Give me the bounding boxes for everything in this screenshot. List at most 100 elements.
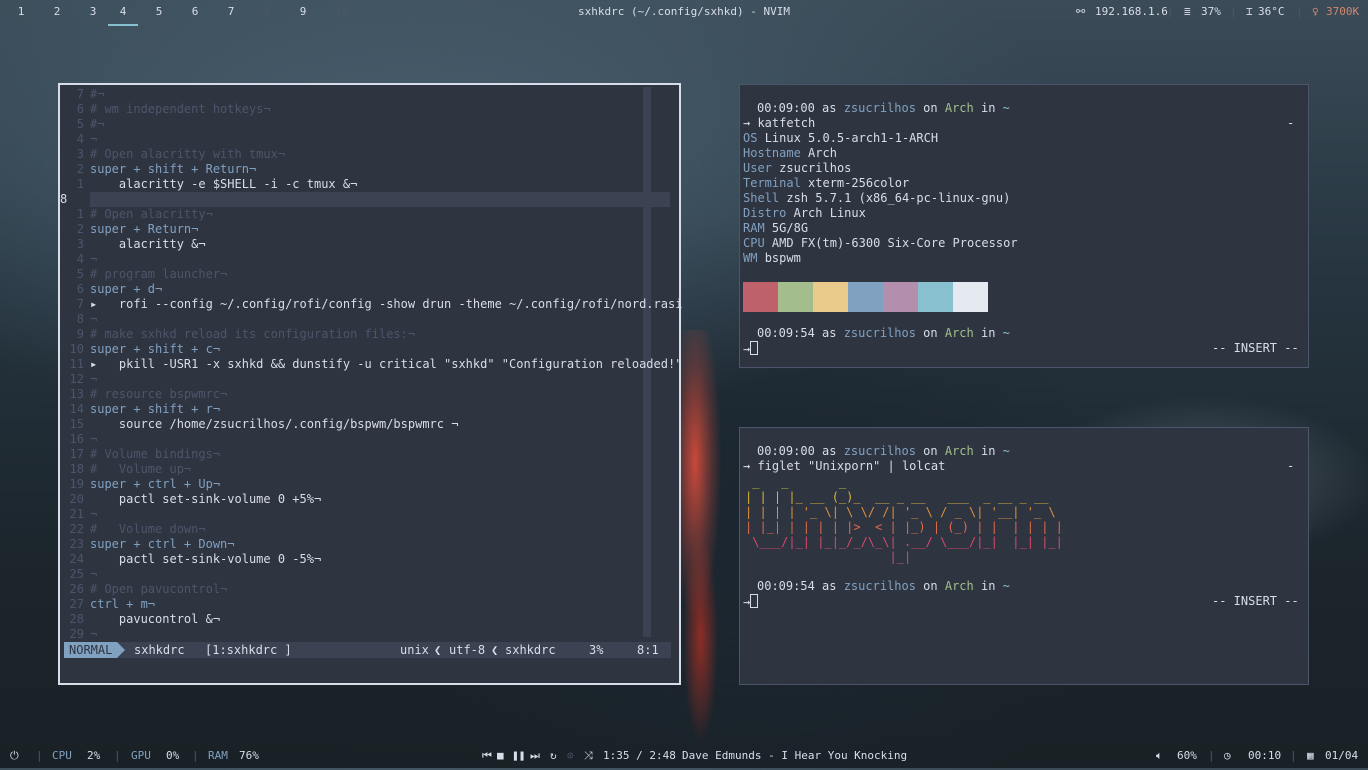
vi-mode: -- INSERT -- <box>1212 341 1299 355</box>
code-line[interactable]: 6 super + d¬ <box>60 282 162 297</box>
repeat-icon[interactable]: ↻ <box>550 749 557 762</box>
code-line[interactable]: 2 super + Return¬ <box>60 222 199 237</box>
code-text: ¬ <box>90 372 98 386</box>
volume-value[interactable]: 60% <box>1177 749 1197 762</box>
terminal-figlet[interactable]: 00:09:00 as zsucrilhos on Arch in ~ → fi… <box>739 427 1309 685</box>
code-line[interactable]: 25 ¬ <box>60 567 98 582</box>
line-number: 6 <box>76 282 84 296</box>
track-time: 1:35 / 2:48 <box>603 749 676 762</box>
info-row: User zsucrilhos <box>743 161 851 176</box>
line-number: 5 <box>76 267 84 281</box>
code-line[interactable]: 29 ¬ <box>60 627 98 642</box>
chevron-left-icon: ❮ <box>434 643 442 657</box>
input-line[interactable]: → <box>743 594 759 609</box>
separator: | <box>1230 5 1237 18</box>
line-number: 7 <box>76 297 84 311</box>
code-line[interactable]: 8 <box>60 192 90 207</box>
line-number: 27 <box>69 597 84 611</box>
code-text: # Volume bindings¬ <box>90 447 221 461</box>
code-line[interactable]: 8 ¬ <box>60 312 97 327</box>
code-line[interactable]: 7 ▸ rofi --config ~/.config/rofi/config -… <box>60 297 683 312</box>
figlet-art-line: | |_| | | | | |> < | |_) | (_) | | | | |… <box>745 520 1063 534</box>
separator: | <box>1290 749 1297 762</box>
info-key: Hostname <box>743 146 801 160</box>
code-line[interactable]: 26 # Open pavucontrol¬ <box>60 582 228 597</box>
line-number: 14 <box>69 402 84 416</box>
next-icon[interactable]: ⏭ <box>530 749 540 763</box>
code-line[interactable]: 9 # make sxhkd reload its configuration f… <box>60 327 415 342</box>
previous-icon[interactable]: ⏮ <box>482 749 492 763</box>
status-encoding: utf-8 <box>449 643 486 657</box>
line-number: 17 <box>69 447 84 461</box>
pause-icon[interactable]: ❚❚ <box>512 749 525 762</box>
code-line[interactable]: 2 super + shift + Return¬ <box>60 162 256 177</box>
line-number: 10 <box>69 342 84 356</box>
code-line[interactable]: 19 super + ctrl + Up¬ <box>60 477 221 492</box>
code-text: # Volume down¬ <box>90 522 206 536</box>
figlet-art-line: | | | | '_ \| \ \/ /| '_ \ / _ \| '__| '… <box>745 505 1063 519</box>
code-line[interactable]: 18 # Volume up¬ <box>60 462 192 477</box>
line-number: 2 <box>76 162 84 176</box>
code-line[interactable]: 5 #¬ <box>60 117 105 132</box>
code-line[interactable]: 13 # resource bspwmrc¬ <box>60 387 228 402</box>
code-line[interactable]: 11 ▸ pkill -USR1 -x sxhkd && dunstify -u … <box>60 357 683 372</box>
code-line[interactable]: 24 pactl set-sink-volume 0 -5%¬ <box>60 552 322 567</box>
info-value: Arch Linux <box>793 206 866 220</box>
volume-icon[interactable]: 🔈︎ <box>1156 749 1163 763</box>
code-line[interactable]: 3 # Open alacritty with tmux¬ <box>60 147 285 162</box>
shuffle-icon[interactable]: ⤨ <box>584 749 593 763</box>
code-line[interactable]: 3 alacritty &¬ <box>60 237 206 252</box>
terminal-katfetch[interactable]: 00:09:00 as zsucrilhos on Arch in ~ → ka… <box>739 84 1309 368</box>
line-number: 28 <box>69 612 84 626</box>
code-text: ▸ rofi --config ~/.config/rofi/config -s… <box>90 297 683 311</box>
line-number: 8 <box>60 192 68 206</box>
line-number: 13 <box>69 387 84 401</box>
input-line[interactable]: → <box>743 341 759 356</box>
top-bar: 1 2 3 4 5 6 7 8 9 10 sxhkdrc (~/.config/… <box>0 0 1368 26</box>
code-line[interactable]: 1 alacritty -e $SHELL -i -c tmux &¬ <box>60 177 358 192</box>
status-line: NORMAL sxhkdrc [1:sxhkdrc ] unix ❮ utf-8… <box>64 642 671 658</box>
code-line[interactable]: 15 source /home/zsucrilhos/.config/bspwm… <box>60 417 459 432</box>
code-line[interactable]: 17 # Volume bindings¬ <box>60 447 221 462</box>
code-text: alacritty &¬ <box>90 237 206 251</box>
info-row: CPU AMD FX(tm)-6300 Six-Core Processor <box>743 236 1018 251</box>
code-text: # make sxhkd reload its configuration fi… <box>90 327 416 341</box>
repeat-one-icon[interactable]: ⊙ <box>567 749 574 762</box>
code-line[interactable]: 1 # Open alacritty¬ <box>60 207 213 222</box>
line-number: 5 <box>76 117 84 131</box>
code-line[interactable]: 12 ¬ <box>60 372 98 387</box>
code-line[interactable]: 22 # Volume down¬ <box>60 522 206 537</box>
code-line[interactable]: 7 #¬ <box>60 87 105 102</box>
info-value: bspwm <box>764 251 801 265</box>
status-filetype: sxhkdrc <box>505 643 556 657</box>
cursor-line <box>90 192 670 207</box>
prompt-line: 00:09:00 as zsucrilhos on Arch in ~ <box>757 101 1010 115</box>
code-line[interactable]: 27 ctrl + m¬ <box>60 597 155 612</box>
stop-icon[interactable]: ■ <box>497 749 504 762</box>
line-number: 7 <box>76 87 84 101</box>
code-line[interactable]: 14 super + shift + r¬ <box>60 402 221 417</box>
code-line[interactable]: 21 ¬ <box>60 507 98 522</box>
code-line[interactable]: 4 ¬ <box>60 252 97 267</box>
code-line[interactable]: 6 # wm independent hotkeys¬ <box>60 102 271 117</box>
code-line[interactable]: 23 super + ctrl + Down¬ <box>60 537 235 552</box>
power-icon[interactable]: ⏻ <box>10 749 19 763</box>
code-line[interactable]: 5 # program launcher¬ <box>60 267 228 282</box>
cpu-temperature: 36°C <box>1258 5 1285 18</box>
separator: | <box>1296 5 1303 18</box>
disk-usage: 37% <box>1201 5 1221 18</box>
code-text: # program launcher¬ <box>90 267 228 281</box>
line-number: 23 <box>69 537 84 551</box>
code-line[interactable]: 16 ¬ <box>60 432 98 447</box>
nvim-window[interactable]: 7 #¬ 6 # wm independent hotkeys¬ 5 #¬ 4 ¬ 3 # Ope… <box>58 83 683 685</box>
info-row: RAM 5G/8G <box>743 221 808 236</box>
line-number: 29 <box>69 627 84 641</box>
code-line[interactable]: 28 pavucontrol &¬ <box>60 612 221 627</box>
line-number: 25 <box>69 567 84 581</box>
code-line[interactable]: 10 super + shift + c¬ <box>60 342 221 357</box>
line-number: 12 <box>69 372 84 386</box>
code-line[interactable]: 20 pactl set-sink-volume 0 +5%¬ <box>60 492 322 507</box>
info-key: WM <box>743 251 758 265</box>
code-text: ¬ <box>90 312 98 326</box>
code-line[interactable]: 4 ¬ <box>60 132 97 147</box>
